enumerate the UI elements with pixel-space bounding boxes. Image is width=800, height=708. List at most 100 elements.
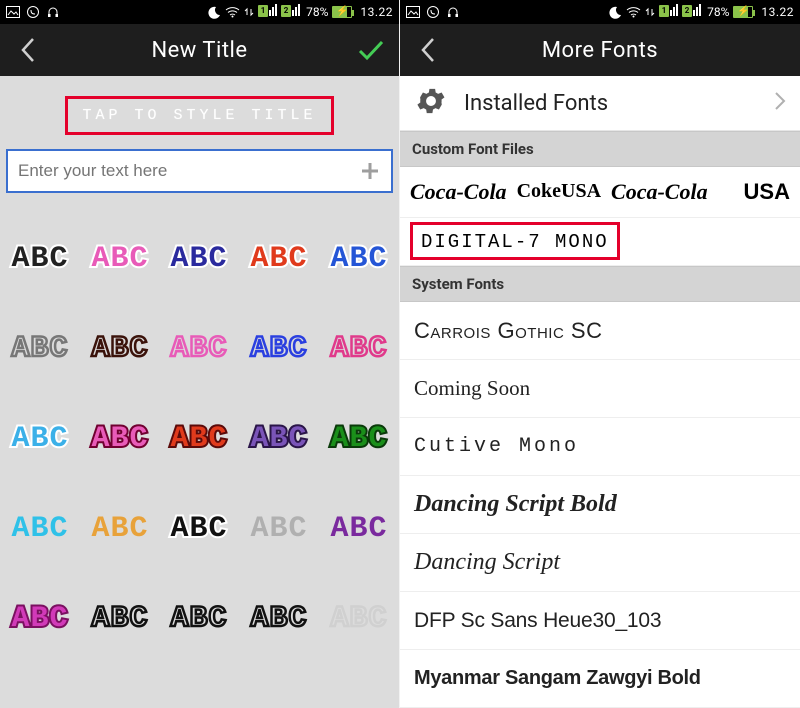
- style-swatch[interactable]: ABC: [239, 301, 319, 391]
- sim1-badge: 1: [258, 4, 277, 20]
- wifi-icon: [225, 6, 240, 18]
- style-swatch[interactable]: ABC: [160, 301, 240, 391]
- svg-text:ABC: ABC: [171, 422, 228, 456]
- header-bar: New Title: [0, 24, 399, 76]
- font-sample: CokeUSA: [517, 180, 601, 203]
- add-button[interactable]: [355, 156, 385, 186]
- sim2-badge: 2: [281, 4, 300, 20]
- font-row[interactable]: DFP Sc Sans Heue30_103: [400, 592, 800, 650]
- image-icon: [6, 6, 20, 18]
- style-swatch[interactable]: ABC: [239, 571, 319, 661]
- style-swatch[interactable]: ABC: [0, 571, 80, 661]
- status-bar: 1 2 78% ⚡ 13.22: [0, 0, 399, 24]
- style-swatch[interactable]: ABC: [80, 301, 160, 391]
- font-row[interactable]: Coming Soon: [400, 360, 800, 418]
- headphones-icon: [446, 5, 460, 19]
- header-bar: More Fonts: [400, 24, 800, 76]
- gear-icon: [414, 84, 448, 122]
- battery-icon: ⚡: [332, 6, 352, 18]
- style-swatch[interactable]: ABC: [0, 211, 80, 301]
- svg-text:ABC: ABC: [91, 242, 148, 276]
- style-swatch[interactable]: ABC: [319, 301, 399, 391]
- title-input[interactable]: [18, 161, 355, 181]
- font-row-cocacola[interactable]: Coca-Cola CokeUSA Coca-Cola USA: [400, 167, 800, 217]
- svg-text:ABC: ABC: [331, 242, 388, 276]
- font-row[interactable]: Myanmar Sangam Zawgyi Bold: [400, 650, 800, 708]
- svg-text:ABC: ABC: [251, 242, 308, 276]
- font-row[interactable]: Dancing Script: [400, 534, 800, 592]
- wifi-icon: [626, 6, 641, 18]
- style-swatch[interactable]: ABC: [319, 391, 399, 481]
- clock: 13.22: [761, 5, 794, 19]
- page-title: More Fonts: [448, 38, 752, 63]
- section-custom-fonts: Custom Font Files: [400, 131, 800, 167]
- style-preview[interactable]: TAP TO STYLE TITLE: [65, 96, 333, 135]
- style-swatch[interactable]: ABC: [160, 571, 240, 661]
- svg-text:ABC: ABC: [11, 332, 68, 366]
- svg-text:ABC: ABC: [11, 512, 68, 546]
- sim1-badge: 1: [659, 4, 678, 20]
- style-swatch[interactable]: ABC: [160, 481, 240, 571]
- section-system-fonts: System Fonts: [400, 266, 800, 302]
- style-swatch[interactable]: ABC: [319, 211, 399, 301]
- status-bar: 1 2 78% ⚡ 13.22: [400, 0, 800, 24]
- right-body[interactable]: Installed Fonts Custom Font Files Coca-C…: [400, 76, 800, 708]
- svg-text:ABC: ABC: [331, 422, 388, 456]
- svg-text:ABC: ABC: [11, 422, 68, 456]
- whatsapp-icon: [26, 5, 40, 19]
- svg-text:ABC: ABC: [251, 332, 308, 366]
- style-swatch[interactable]: ABC: [80, 391, 160, 481]
- font-row[interactable]: Dancing Script Bold: [400, 476, 800, 534]
- left-body: TAP TO STYLE TITLE ABCABCABCABCABCABCABC…: [0, 76, 399, 708]
- style-swatch[interactable]: ABC: [0, 391, 80, 481]
- style-swatch[interactable]: ABC: [0, 301, 80, 391]
- svg-text:ABC: ABC: [331, 512, 388, 546]
- sim2-badge: 2: [682, 4, 701, 20]
- svg-text:ABC: ABC: [331, 602, 388, 636]
- svg-text:ABC: ABC: [171, 602, 228, 636]
- style-swatch[interactable]: ABC: [160, 211, 240, 301]
- battery-percent: 78%: [707, 5, 729, 19]
- image-icon: [406, 6, 420, 18]
- installed-fonts-row[interactable]: Installed Fonts: [400, 76, 800, 131]
- battery-icon: ⚡: [733, 6, 753, 18]
- font-sample: Coca-Cola: [611, 179, 708, 205]
- style-swatch[interactable]: ABC: [239, 211, 319, 301]
- moon-icon: [609, 6, 622, 19]
- chevron-right-icon: [774, 91, 786, 115]
- font-row[interactable]: Carrois Gothic SC: [400, 302, 800, 360]
- font-row-digital7[interactable]: DIGITAL-7 MONO: [400, 218, 800, 266]
- data-arrows-icon: [645, 6, 655, 18]
- styles-grid: ABCABCABCABCABCABCABCABCABCABCABCABCABCA…: [0, 201, 399, 708]
- screen-more-fonts: 1 2 78% ⚡ 13.22 More Fonts Installed Fon…: [400, 0, 800, 708]
- font-sample: USA: [744, 179, 790, 205]
- style-preview-area: TAP TO STYLE TITLE: [0, 76, 399, 149]
- headphones-icon: [46, 5, 60, 19]
- svg-text:ABC: ABC: [91, 512, 148, 546]
- battery-percent: 78%: [306, 5, 328, 19]
- style-swatch[interactable]: ABC: [0, 481, 80, 571]
- moon-icon: [208, 6, 221, 19]
- clock: 13.22: [360, 5, 393, 19]
- font-row[interactable]: Cutive Mono: [400, 418, 800, 476]
- style-swatch[interactable]: ABC: [80, 481, 160, 571]
- confirm-button[interactable]: [351, 30, 391, 70]
- svg-text:ABC: ABC: [91, 332, 148, 366]
- style-swatch[interactable]: ABC: [239, 391, 319, 481]
- font-sample: Coca-Cola: [410, 179, 507, 205]
- style-swatch[interactable]: ABC: [319, 571, 399, 661]
- style-swatch[interactable]: ABC: [160, 391, 240, 481]
- back-button[interactable]: [8, 30, 48, 70]
- svg-text:ABC: ABC: [251, 422, 308, 456]
- style-swatch[interactable]: ABC: [239, 481, 319, 571]
- installed-fonts-label: Installed Fonts: [464, 91, 608, 116]
- svg-text:ABC: ABC: [171, 512, 228, 546]
- style-swatch[interactable]: ABC: [80, 571, 160, 661]
- back-button[interactable]: [408, 30, 448, 70]
- data-arrows-icon: [244, 6, 254, 18]
- whatsapp-icon: [426, 5, 440, 19]
- svg-text:ABC: ABC: [91, 422, 148, 456]
- font-sample-highlighted: DIGITAL-7 MONO: [410, 222, 620, 260]
- style-swatch[interactable]: ABC: [80, 211, 160, 301]
- style-swatch[interactable]: ABC: [319, 481, 399, 571]
